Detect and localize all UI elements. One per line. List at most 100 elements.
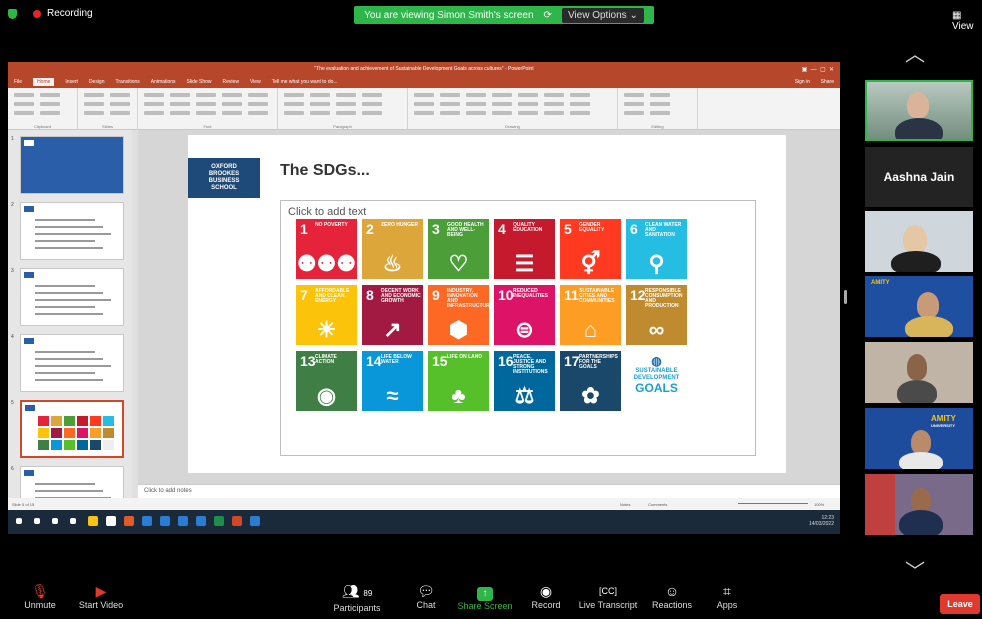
- ribbon-command[interactable]: [624, 111, 644, 115]
- participants-button[interactable]: 👥︎ 89 Participants: [322, 582, 392, 613]
- ribbon-command[interactable]: [518, 111, 538, 115]
- taskbar-app-icon[interactable]: [88, 516, 98, 526]
- ribbon-command[interactable]: [14, 93, 34, 97]
- ribbon-command[interactable]: [144, 93, 164, 97]
- zoom-slider[interactable]: [738, 503, 808, 504]
- sign-in-link[interactable]: Sign in: [795, 79, 810, 85]
- sdg-tile-13[interactable]: 13 Climate action ◉: [296, 351, 357, 411]
- ribbon-command[interactable]: [40, 111, 60, 115]
- ribbon-command[interactable]: [144, 102, 164, 106]
- taskbar-app-icon[interactable]: [196, 516, 206, 526]
- ribbon-command[interactable]: [492, 111, 512, 115]
- ribbon-command[interactable]: [222, 111, 242, 115]
- sdg-tile-8[interactable]: 8 Decent work and economic growth ↗: [362, 285, 423, 345]
- ribbon-command[interactable]: [362, 93, 382, 97]
- slide-thumbnail[interactable]: [20, 136, 124, 194]
- ribbon-tab[interactable]: Animations: [151, 79, 176, 85]
- ribbon-tab[interactable]: View: [250, 79, 261, 85]
- live-transcript-button[interactable]: [CC] Live Transcript: [573, 582, 643, 610]
- taskbar-app-icon[interactable]: [178, 516, 188, 526]
- share-screen-button[interactable]: ↑ Share Screen: [450, 582, 520, 611]
- slide-thumbnail[interactable]: [20, 334, 124, 392]
- slide-thumbnail[interactable]: [20, 202, 124, 260]
- ribbon-command[interactable]: [492, 93, 512, 97]
- taskbar-app-icon[interactable]: [214, 516, 224, 526]
- taskbar-app-icon[interactable]: [34, 518, 40, 524]
- sdg-tile-6[interactable]: 6 Clean water and sanitation ⚲: [626, 219, 687, 279]
- shield-icon[interactable]: [8, 8, 17, 19]
- ribbon-tab[interactable]: Design: [89, 79, 105, 85]
- taskbar-app-icon[interactable]: [160, 516, 170, 526]
- ribbon-command[interactable]: [110, 111, 130, 115]
- ribbon-command[interactable]: [144, 111, 164, 115]
- ribbon-command[interactable]: [440, 93, 460, 97]
- ribbon-command[interactable]: [170, 111, 190, 115]
- ribbon-command[interactable]: [544, 102, 564, 106]
- ribbon-command[interactable]: [248, 93, 268, 97]
- ribbon-tab[interactable]: Home: [33, 78, 55, 86]
- ribbon-command[interactable]: [440, 111, 460, 115]
- taskbar-app-icon[interactable]: [52, 518, 58, 524]
- participant-name-tile[interactable]: Aashna Jain: [865, 147, 973, 207]
- ribbon-command[interactable]: [14, 102, 34, 106]
- taskbar-app-icon[interactable]: [16, 518, 22, 524]
- ribbon-tab[interactable]: Slide Show: [187, 79, 212, 85]
- ribbon-command[interactable]: [650, 111, 670, 115]
- ribbon-command[interactable]: [170, 102, 190, 106]
- ribbon-command[interactable]: [84, 102, 104, 106]
- placeholder-text[interactable]: Click to add text: [288, 206, 366, 218]
- participant-video[interactable]: AMITY: [865, 276, 973, 337]
- ribbon-tab[interactable]: Tell me what you want to do...: [272, 79, 338, 85]
- comments-toggle[interactable]: Comments: [648, 502, 667, 507]
- ribbon-command[interactable]: [440, 102, 460, 106]
- ribbon-command[interactable]: [310, 111, 330, 115]
- taskbar-app-icon[interactable]: [106, 516, 116, 526]
- ribbon-command[interactable]: [110, 93, 130, 97]
- ribbon-tab[interactable]: Review: [223, 79, 239, 85]
- share-link[interactable]: Share: [821, 79, 834, 85]
- taskbar-app-icon[interactable]: [124, 516, 134, 526]
- sdg-tile-1[interactable]: 1 No poverty ⚉⚉⚉: [296, 219, 357, 279]
- window-controls[interactable]: ▣ — ▢ ✕: [802, 66, 834, 73]
- recording-indicator[interactable]: Recording: [8, 8, 93, 19]
- start-video-button[interactable]: ▶︎ Start Video: [66, 582, 136, 610]
- ribbon-command[interactable]: [650, 102, 670, 106]
- apps-button[interactable]: ⌗ Apps: [692, 582, 762, 610]
- ribbon-command[interactable]: [284, 93, 304, 97]
- ribbon-command[interactable]: [414, 111, 434, 115]
- ribbon-command[interactable]: [196, 102, 216, 106]
- sdg-tile-5[interactable]: 5 Gender equality ⚥: [560, 219, 621, 279]
- ribbon-tab[interactable]: File: [14, 79, 22, 85]
- taskbar-app-icon[interactable]: [142, 516, 152, 526]
- sdg-tile-17[interactable]: 17 Partnerships for the goals ✿: [560, 351, 621, 411]
- ribbon-command[interactable]: [310, 102, 330, 106]
- taskbar-clock[interactable]: 12:23 14/03/2022: [809, 515, 834, 527]
- sdg-tile-2[interactable]: 2 Zero hunger ♨: [362, 219, 423, 279]
- sdg-tile-11[interactable]: 11 Sustainable cities and communities ⌂: [560, 285, 621, 345]
- ribbon-tab[interactable]: Insert: [65, 79, 78, 85]
- ribbon-command[interactable]: [222, 93, 242, 97]
- slide-thumbnail[interactable]: [20, 400, 124, 458]
- participant-video[interactable]: AMITY UNIVERSITY: [865, 408, 973, 469]
- ribbon-command[interactable]: [170, 93, 190, 97]
- ribbon-command[interactable]: [466, 102, 486, 106]
- ribbon-command[interactable]: [284, 102, 304, 106]
- ribbon-command[interactable]: [248, 102, 268, 106]
- ribbon-command[interactable]: [466, 111, 486, 115]
- taskbar-app-icon[interactable]: [232, 516, 242, 526]
- participant-video[interactable]: [865, 342, 973, 403]
- ribbon-command[interactable]: [248, 111, 268, 115]
- participant-video-active-speaker[interactable]: [865, 80, 973, 141]
- ribbon-command[interactable]: [336, 102, 356, 106]
- ribbon-command[interactable]: [518, 93, 538, 97]
- sdg-tile-16[interactable]: 16 Peace, justice and strong institutions…: [494, 351, 555, 411]
- ribbon-command[interactable]: [624, 93, 644, 97]
- panel-resize-handle[interactable]: [844, 290, 847, 304]
- slide-title[interactable]: The SDGs...: [280, 162, 370, 180]
- sdg-tile-10[interactable]: 10 Reduced inequalities ⊜: [494, 285, 555, 345]
- ribbon-command[interactable]: [196, 93, 216, 97]
- notes-pane[interactable]: Click to add notes: [138, 484, 840, 498]
- sdg-tile-3[interactable]: 3 Good health and well-being ♡: [428, 219, 489, 279]
- ribbon-command[interactable]: [84, 93, 104, 97]
- sdg-tile-9[interactable]: 9 Industry, innovation and infrastructure…: [428, 285, 489, 345]
